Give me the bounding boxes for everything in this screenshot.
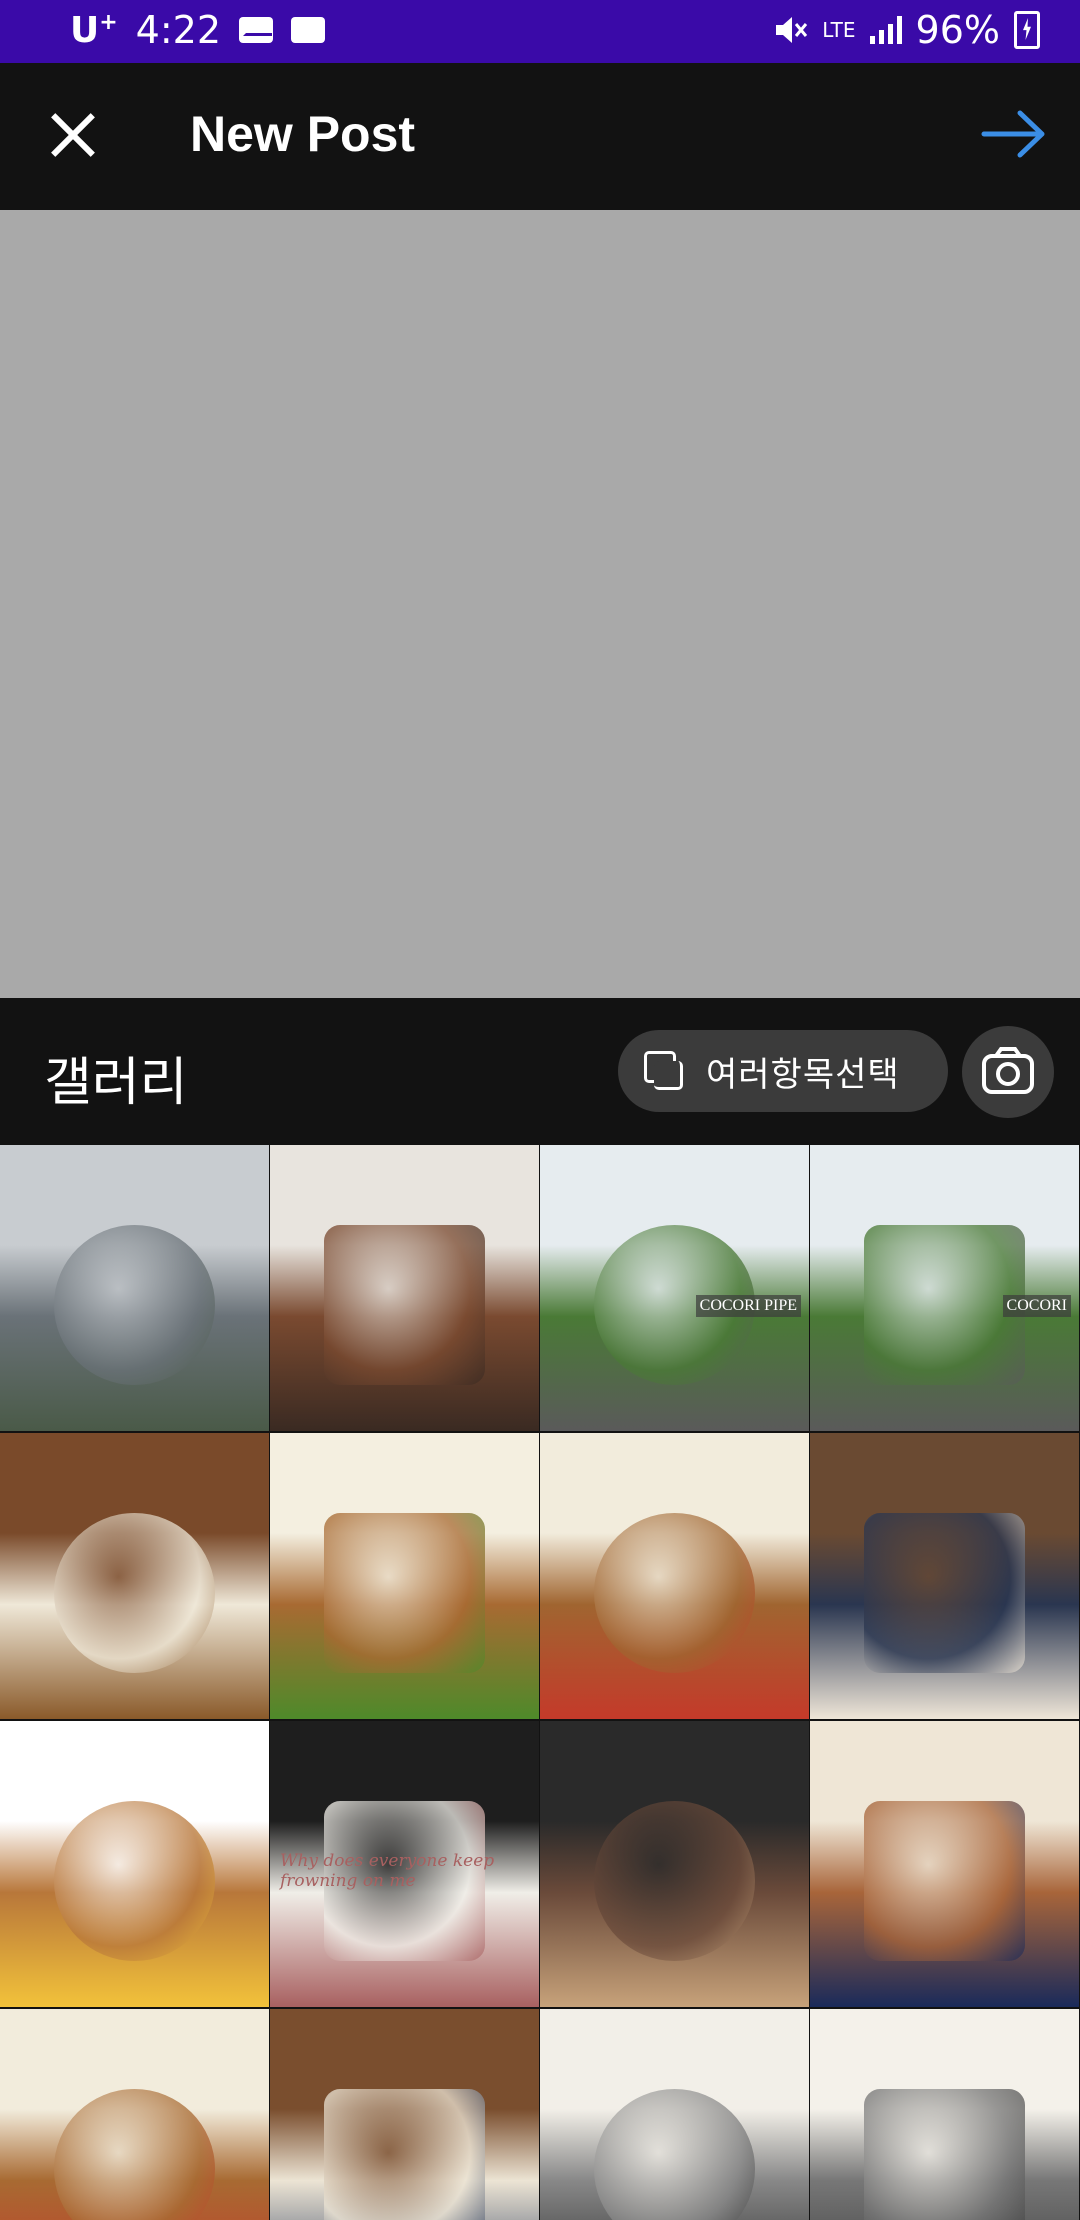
gallery-thumbnail-cocori-pipe-garden-2[interactable]: COCORI [810, 1145, 1080, 1433]
multi-select-icon [644, 1051, 684, 1091]
thumbnail-image [323, 2089, 486, 2220]
gallery-header: 갤러리 여러항목선택 [0, 998, 1080, 1145]
thumbnail-sign-text: COCORI [1002, 1295, 1071, 1317]
thumbnail-image [863, 1513, 1026, 1674]
thumbnail-image [53, 1225, 216, 1386]
gallery-thumbnail-chocolate-cake[interactable] [270, 1145, 540, 1433]
thumbnail-image [53, 2089, 216, 2220]
gallery-thumbnail-chicken-plate-3[interactable] [810, 1721, 1080, 2009]
thumbnail-note-text: Why does everyone keep frowning on me [280, 1851, 495, 1891]
gallery-thumbnail-sea-coast[interactable] [0, 1145, 270, 1433]
thumbnail-image [863, 2089, 1026, 2220]
thumbnail-image [593, 1801, 756, 1962]
thumbnail-image [863, 1801, 1026, 1962]
mail-icon [239, 17, 274, 43]
close-button[interactable] [38, 101, 108, 171]
thumbnail-image [53, 1801, 216, 1962]
gallery-title[interactable]: 갤러리 [44, 1040, 188, 1115]
status-time: 4:22 [135, 8, 222, 52]
status-bar: U+ 4:22 LTE 96% [0, 0, 1080, 63]
battery-percent: 96% [915, 8, 1000, 52]
page-title: New Post [190, 106, 416, 162]
gallery-thumbnail-chicken-plate-2[interactable] [540, 1433, 810, 1721]
mute-icon [776, 17, 808, 43]
gallery-thumbnail-notebook-page-1[interactable] [540, 2009, 810, 2220]
thumbnail-image [53, 1513, 216, 1674]
gallery-thumbnail-notebook-page-2[interactable] [810, 2009, 1080, 2220]
status-right: LTE 96% [772, 8, 1040, 52]
camera-icon [982, 1047, 1034, 1094]
arrow-right-icon[interactable] [980, 109, 1050, 159]
gallery-grid: COCORI PIPE COCORI Why does everyone keep … [0, 1145, 1080, 2220]
thumbnail-sign-text: COCORI PIPE [695, 1295, 801, 1317]
thumbnail-image [593, 2089, 756, 2220]
gallery-thumbnail-table-with-person[interactable] [810, 1433, 1080, 1721]
camera-button[interactable] [962, 1026, 1054, 1118]
gallery-thumbnail-pasta-dish-table[interactable] [0, 1433, 270, 1721]
gallery-thumbnail-chocolates-bowl[interactable] [540, 1721, 810, 2009]
wifi-calling-icon [291, 17, 326, 43]
app-bar: New Post [0, 63, 1080, 210]
gallery-thumbnail-restaurant-table[interactable] [270, 2009, 540, 2220]
multi-select-label: 여러항목선택 [706, 1054, 900, 1095]
gallery-thumbnail-laptop-note[interactable]: Why does everyone keep frowning on me [270, 1721, 540, 2009]
thumbnail-image [593, 1513, 756, 1674]
gallery-thumbnail-burger[interactable] [0, 1721, 270, 2009]
thumbnail-image [323, 1513, 486, 1674]
gallery-thumbnail-chicken-plate-1[interactable] [270, 1433, 540, 1721]
thumbnail-image [863, 1225, 1026, 1386]
network-type: LTE [822, 18, 856, 42]
carrier-label: U+ [70, 9, 118, 51]
gallery-thumbnail-chicken-plate-4[interactable] [0, 2009, 270, 2220]
status-left: U+ 4:22 [70, 8, 326, 52]
battery-charging-icon [1014, 11, 1040, 49]
multi-select-button[interactable]: 여러항목선택 [618, 1030, 948, 1112]
thumbnail-image [323, 1225, 486, 1386]
signal-icon [869, 16, 902, 44]
selected-media-preview[interactable] [0, 210, 1080, 998]
gallery-thumbnail-cocori-pipe-garden-1[interactable]: COCORI PIPE [540, 1145, 810, 1433]
